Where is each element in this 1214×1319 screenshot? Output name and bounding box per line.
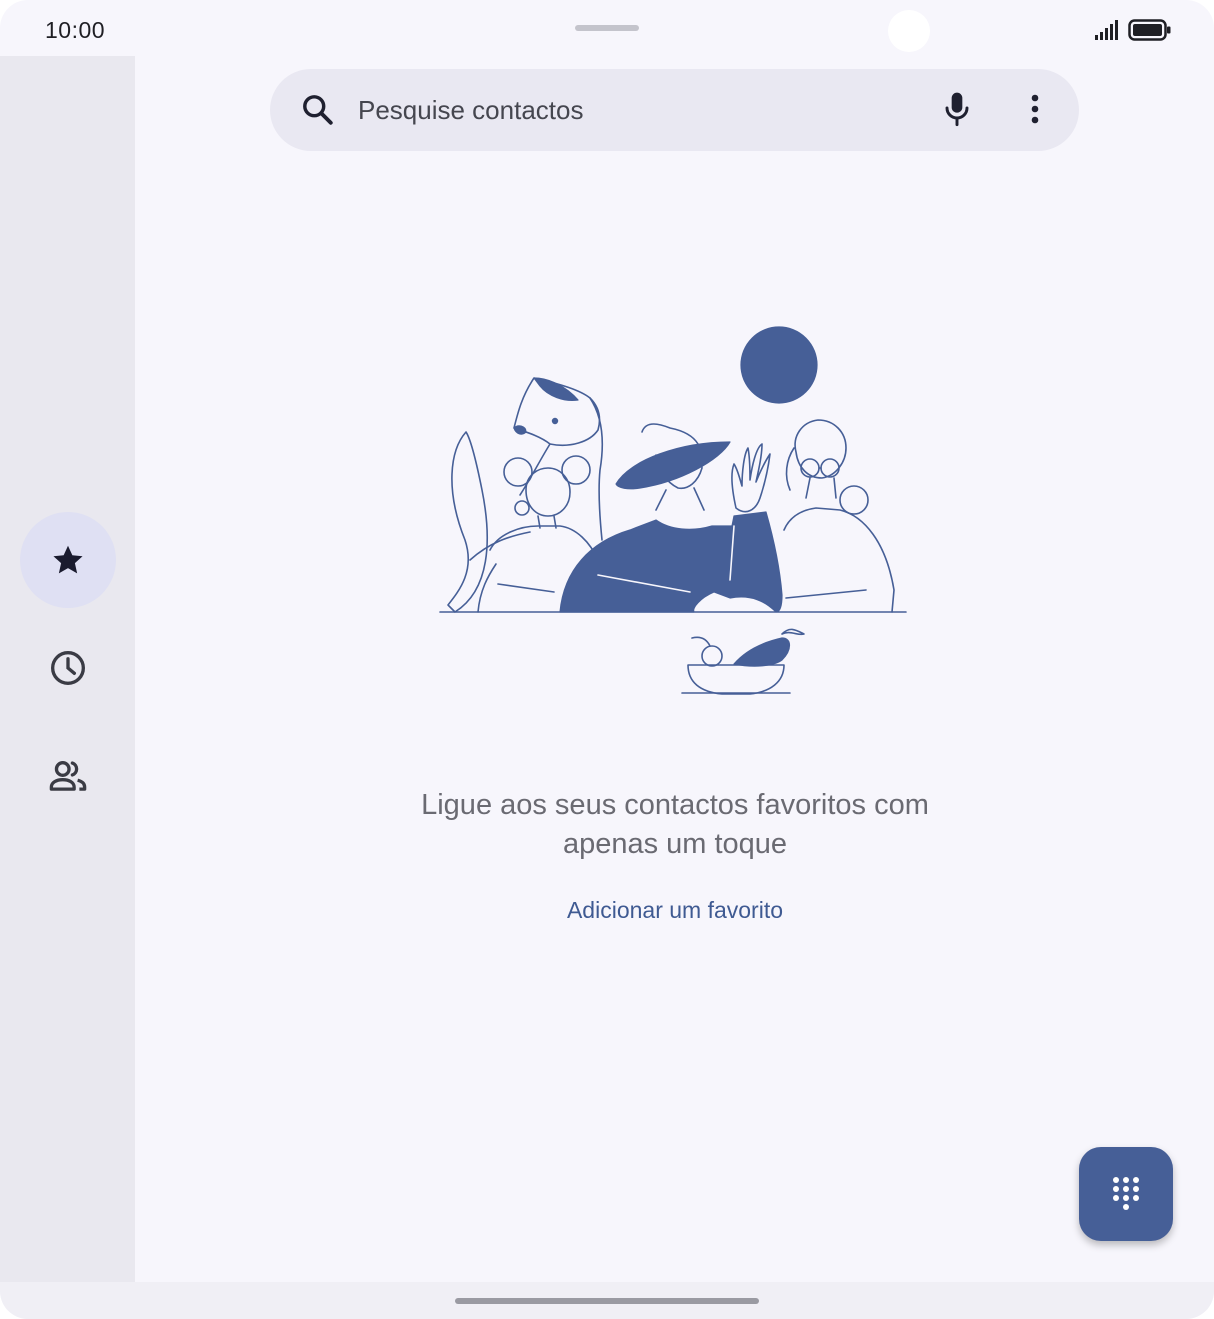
navigation-rail [0, 56, 135, 1282]
gesture-bar [0, 1282, 1214, 1319]
favorites-illustration [439, 326, 907, 695]
people-icon [49, 761, 87, 791]
dialpad-icon [1113, 1177, 1139, 1210]
more-vert-icon[interactable] [1021, 90, 1049, 130]
status-bar: 10:00 [0, 0, 1214, 56]
star-icon [53, 545, 83, 574]
nav-item-recents[interactable] [20, 620, 116, 716]
search-bar[interactable] [270, 69, 1079, 151]
dialpad-button[interactable] [1079, 1147, 1173, 1241]
add-favorite-button[interactable]: Adicionar um favorito [475, 897, 875, 924]
phone-screen: 10:00 Pesquise contactos Ligue aos seus … [0, 0, 1214, 1319]
clock-icon [51, 651, 85, 685]
status-time: 10:00 [45, 17, 106, 43]
signal-icon [1095, 20, 1118, 40]
battery-icon [1128, 19, 1171, 41]
search-input[interactable] [358, 89, 918, 131]
camera-cutout [888, 10, 930, 52]
mic-icon[interactable] [941, 90, 973, 130]
nav-item-favorites[interactable] [20, 512, 116, 608]
nav-item-contacts[interactable] [20, 728, 116, 824]
search-icon [303, 95, 333, 125]
empty-state-message: Ligue aos seus contactos favoritos com a… [421, 789, 929, 860]
gesture-handle[interactable] [455, 1298, 759, 1304]
drag-handle[interactable] [575, 25, 639, 31]
